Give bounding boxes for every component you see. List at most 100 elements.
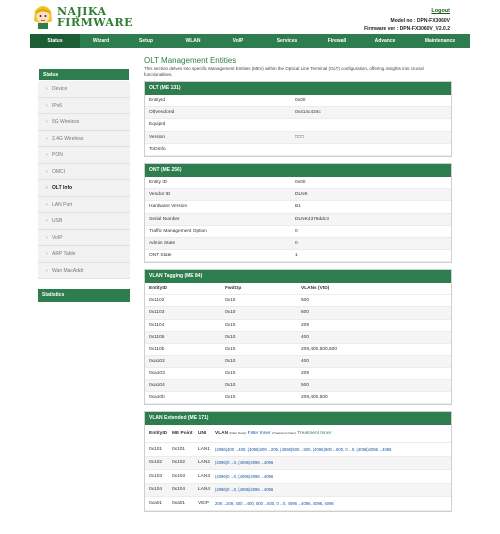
column-header: EntityID [149,431,168,437]
cell: 0x102 [149,460,163,466]
row-key: Version [149,134,165,140]
table-row: Traffic Management Option 0 [145,226,451,238]
sidebar-item-arp-table[interactable]: › ARP Table [38,246,130,263]
table-row: ToDInfo [145,144,451,156]
model-info: Model no : DPN-FX3060V Firmware ver : DP… [364,17,450,33]
cell: 400 [301,334,310,340]
sidebar-item-label: LAN Port [52,201,73,208]
row-value: 0 [295,240,298,246]
table-row: Version □□□ [145,131,451,144]
cell-vlan: 209→209, 400→400, 500→500, 0→0, 4096→409… [215,500,334,506]
cell: 209,400,500,600 [301,346,338,352]
nav-voip[interactable]: VoIP [216,34,260,48]
table-header-row: EntityID FwdOp VLANs (VID) [145,283,451,296]
cell: 209,400,500 [301,395,328,401]
cell: 0x10 [225,370,236,376]
cell: 0x10 [225,395,236,401]
cell: 0x110b [149,346,165,352]
column-header: EntityID [149,286,168,292]
cell: 0x102 [172,460,186,466]
sidebar-item-label: OMCI [52,168,66,175]
cell: 0xa104 [149,383,165,388]
nav-advance[interactable]: Advance [360,34,410,48]
row-value [295,119,451,130]
table-row: Vendor ID DLNK [145,189,451,202]
table-header-row: EntityID ME Point UNI VLAN (Filter Outer… [145,425,451,444]
cell: 0x101 [172,446,186,452]
row-key: Traffic Management Option [149,228,207,234]
sidebar-item-24g-wireless[interactable]: › 2.4G Wireless [38,131,130,147]
table-row: 0x104 0x104 LAN4 (4096)0→0, (4096)4096→4096 [145,483,451,498]
sidebar-heading-status[interactable]: Status [38,68,130,81]
cell: 0x1103 [149,310,165,316]
column-subheader: Treatment Inner [297,431,332,437]
table-row: 0xa102 0x10 400 [145,355,451,368]
row-key: EntityId [149,98,165,103]
table-row: 0x102 0x102 LAN2 (4096)0→0, (4096)4096→4096 [145,456,451,471]
cell: LAN2 [198,460,210,466]
firmware-version: Firmware ver : DPN-FX3060V_V2.0.2 [364,26,450,32]
table-row: 0x103 0x103 LAN3 (4096)0→0, (4096)4096→4096 [145,470,451,484]
sidebar-item-5g-wireless[interactable]: › 5G Wireless [38,114,130,131]
column-header: FwdOp [225,286,242,292]
column-header: VLAN [215,431,229,437]
sidebar-item-olt-info[interactable]: › OLT Info [38,180,130,197]
table-row: 0xa104 0x10 500 [145,380,451,393]
nav-services[interactable]: Services [260,34,314,48]
cell: 0x104 [172,487,186,493]
logout-link[interactable]: Logout [431,8,450,14]
sidebar-item-lan-port[interactable]: › LAN Port [38,197,130,213]
cell-vlan: (4096)0→0, (4096)4096→4096 [215,473,274,479]
cell-vlan: (4096)400→400, (4096)209→209, (4096)500→… [215,446,392,452]
nav-wlan[interactable]: WLAN [170,34,216,48]
vlan-tagging-section: VLAN Tagging (ME 84) EntityID FwdOp VLAN… [144,269,452,406]
row-key: Serial Number [149,216,180,222]
sidebar-item-label: IPv6 [52,102,63,109]
ont-table: Entity ID 0x00 Vendor ID DLNK Hardware Ver… [145,177,451,263]
nav-maintenance[interactable]: Maintenance [410,34,470,48]
row-key: Vendor ID [149,192,171,198]
sidebar-item-voip[interactable]: › VoIP [38,230,130,246]
cell: 0x10 [225,310,236,316]
section-heading: VLAN Extended (ME 171) [145,412,451,426]
table-row: Serial Number DLNK4376ddc3 [145,213,451,226]
logo-text-bottom: FIRMWARE [57,16,133,29]
sidebar-item-ipv6[interactable]: › IPv6 [38,98,130,114]
row-value [295,144,451,155]
row-key: Hardware Version [149,204,188,210]
page-description: This section delves into specific Manage… [144,66,424,77]
sidebar-heading-statistics[interactable]: Statistics [38,289,130,302]
row-value: DLNK [295,192,308,198]
main-nav: Status Wizard Setup WLAN VoIP Services F… [30,34,470,48]
cell: 0xa102 [149,358,165,364]
nav-setup[interactable]: Setup [122,34,170,48]
sidebar-item-device[interactable]: › Device [38,81,130,98]
sidebar-item-label: VoIP [52,234,63,241]
vlan-tagging-table: EntityID FwdOp VLANs (VID) 0x1102 0x10 500… [145,283,451,405]
cell: 0x101 [149,446,163,452]
sidebar-item-label: Wan MacAddr [52,267,84,274]
table-row: 0xa01 0xa01 VEIP 209→209, 400→400, 500→500,… [145,497,451,511]
column-header: ME Point [172,431,193,437]
sidebar-item-wan-macaddr[interactable]: › Wan MacAddr [38,263,130,279]
sidebar-item-label: OLT Info [52,185,73,191]
row-value: B1 [295,204,301,210]
table-row: EntityId 0x00 [145,95,451,108]
table-row: Hardware Version B1 [145,201,451,214]
row-value: 0x414c434c [295,110,321,116]
sidebar-item-label: 2.4G Wireless [52,135,84,142]
header: NAJIKA FIRMWARE Logout Model no : DPN-FX… [0,0,500,33]
vlan-extended-section: VLAN Extended (ME 171) EntityID ME Point… [144,411,452,512]
cell: 0x10 [225,322,236,328]
row-key: OltVendorId [149,110,175,116]
nav-firewall[interactable]: Firewall [314,34,360,48]
column-subheader: Filter Inner [247,431,271,437]
sidebar-item-pon[interactable]: › PON [38,147,130,164]
cell: 0xa10b [149,395,165,401]
sidebar-item-usb[interactable]: › USB [38,213,130,230]
nav-wizard[interactable]: Wizard [80,34,122,48]
sidebar-item-omci[interactable]: › OMCI [38,164,130,180]
row-value: 0x00 [295,98,306,103]
ont-section: ONT (ME 256) Entity ID 0x00 Vendor ID DLNK… [144,162,452,264]
nav-status[interactable]: Status [30,34,80,48]
